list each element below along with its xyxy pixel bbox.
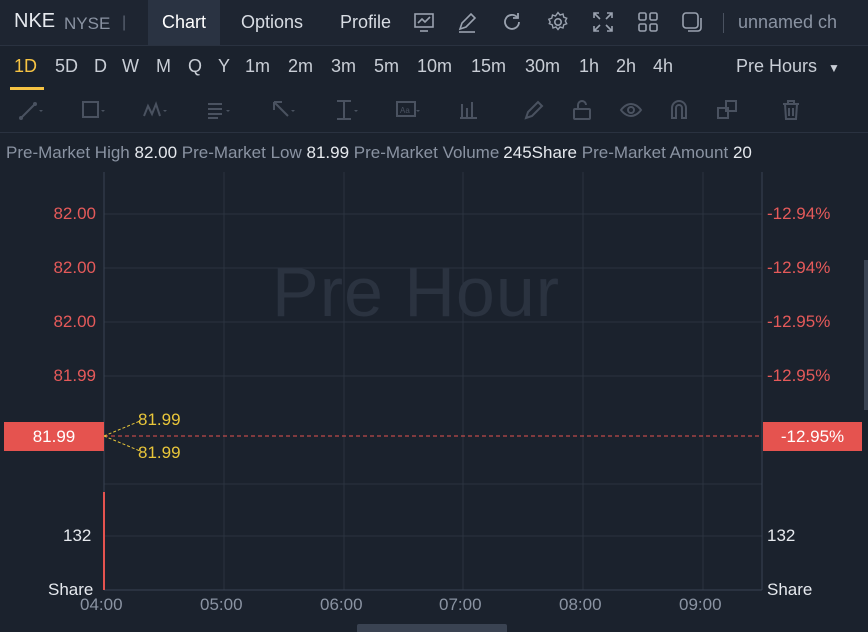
- indicator-tool-icon[interactable]: [458, 98, 484, 122]
- edit-icon[interactable]: [455, 10, 479, 34]
- symbol[interactable]: NKE: [14, 10, 55, 33]
- timeframe-5m[interactable]: 5m: [374, 56, 399, 77]
- layers-icon[interactable]: [715, 98, 741, 122]
- chart-settings-icon[interactable]: [412, 10, 436, 34]
- lock-icon[interactable]: [570, 98, 596, 122]
- timeframe-10m[interactable]: 10m: [417, 56, 452, 77]
- pattern-tool-icon[interactable]: [142, 98, 168, 122]
- timeframe-15m[interactable]: 15m: [471, 56, 506, 77]
- time-tick: 06:00: [320, 595, 363, 614]
- time-tick: 09:00: [679, 595, 722, 614]
- low-value: 81.99: [306, 143, 350, 162]
- volume-value: 245Share: [503, 143, 578, 162]
- timeframe-m[interactable]: M: [156, 56, 171, 77]
- pencil-icon[interactable]: [522, 98, 548, 122]
- drawing-toolbar: Aa: [0, 88, 868, 133]
- session-watermark: Pre Hour: [272, 253, 561, 331]
- amount-label: Pre-Market Amount: [581, 143, 729, 162]
- timeframe-2h[interactable]: 2h: [616, 56, 636, 77]
- time-tick: 07:00: [439, 595, 482, 614]
- timeframe-3m[interactable]: 3m: [331, 56, 356, 77]
- expand-icon[interactable]: [591, 10, 615, 34]
- high-label: Pre-Market High: [6, 143, 130, 162]
- gear-icon[interactable]: [546, 10, 570, 34]
- change-tick: -12.94%: [767, 204, 831, 223]
- tab-profile[interactable]: Profile: [326, 0, 405, 45]
- high-value: 82.00: [134, 143, 178, 162]
- timeframe-y[interactable]: Y: [218, 56, 230, 77]
- volume-label: Pre-Market Volume: [353, 143, 500, 162]
- change-tick: -12.95%: [767, 366, 831, 385]
- timeframe-q[interactable]: Q: [188, 56, 202, 77]
- trendline-tool-icon[interactable]: [18, 98, 44, 122]
- volume-tick: 132: [63, 526, 92, 545]
- exchange: NYSE: [64, 14, 111, 33]
- session-label: Pre Hours: [736, 56, 818, 76]
- volume-unit-right: Share: [767, 580, 813, 599]
- price-tick: 82.00: [53, 258, 96, 277]
- time-tick: 08:00: [559, 595, 602, 614]
- grid-layout-icon[interactable]: [636, 10, 660, 34]
- timeframe-1m[interactable]: 1m: [245, 56, 270, 77]
- arrow-tool-icon[interactable]: [270, 98, 296, 122]
- change-tick: -12.94%: [767, 258, 831, 277]
- timeframe-1h[interactable]: 1h: [579, 56, 599, 77]
- price-tick: 81.99: [53, 366, 96, 385]
- tab-options[interactable]: Options: [227, 0, 317, 45]
- magnet-icon[interactable]: [667, 98, 693, 122]
- time-tick: 05:00: [200, 595, 243, 614]
- price-tick: 82.00: [53, 312, 96, 331]
- volume-tick-right: 132: [767, 526, 796, 545]
- current-change-badge: -12.95%: [763, 422, 862, 451]
- tab-chart[interactable]: Chart: [148, 0, 221, 45]
- timeframe-1d[interactable]: 1D: [14, 56, 37, 77]
- time-tick: 04:00: [80, 595, 123, 614]
- session-select[interactable]: Pre Hours ▼: [736, 56, 840, 77]
- measure-tool-icon[interactable]: [333, 98, 359, 122]
- current-price-badge: 81.99: [4, 422, 104, 451]
- separator: |: [122, 14, 127, 31]
- trash-icon[interactable]: [779, 98, 805, 122]
- text-tool-icon[interactable]: Aa: [395, 98, 421, 122]
- change-tick: -12.95%: [767, 312, 831, 331]
- timeframe-d[interactable]: D: [94, 56, 107, 77]
- timeframe-w[interactable]: W: [122, 56, 139, 77]
- scrollbar[interactable]: [864, 260, 868, 410]
- caret-down-icon: ▼: [828, 61, 840, 75]
- price-chart[interactable]: [0, 170, 868, 632]
- timeframe-5d[interactable]: 5D: [55, 56, 78, 77]
- eye-icon[interactable]: [619, 98, 645, 122]
- low-label: Pre-Market Low: [181, 143, 302, 162]
- svg-text:Aa: Aa: [400, 106, 410, 115]
- refresh-icon[interactable]: [500, 10, 524, 34]
- top-bar: NKE NYSE | Chart Options Profile unnamed…: [0, 0, 868, 46]
- price-tick: 82.00: [53, 204, 96, 223]
- divider: [723, 13, 724, 33]
- text-lines-tool-icon[interactable]: [205, 98, 231, 122]
- layout-name[interactable]: unnamed ch: [738, 12, 837, 33]
- amount-value: 20: [732, 143, 752, 162]
- pre-market-info: Pre-Market High 82.00 Pre-Market Low 81.…: [6, 143, 752, 163]
- panel-resize-handle[interactable]: [357, 624, 507, 632]
- copy-icon[interactable]: [680, 10, 704, 34]
- timeframe-4h[interactable]: 4h: [653, 56, 673, 77]
- rectangle-tool-icon[interactable]: [80, 98, 106, 122]
- high-tag: 81.99: [138, 410, 181, 429]
- low-tag: 81.99: [138, 443, 181, 462]
- timeframe-30m[interactable]: 30m: [525, 56, 560, 77]
- timeframe-2m[interactable]: 2m: [288, 56, 313, 77]
- timeframe-bar: 1D 5D D W M Q Y 1m 2m 3m 5m 10m 15m 30m …: [0, 46, 868, 90]
